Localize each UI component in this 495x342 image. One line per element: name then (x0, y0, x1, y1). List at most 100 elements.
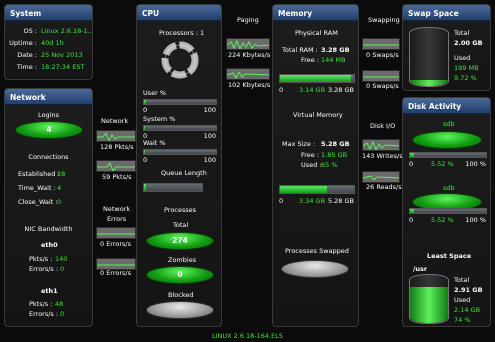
swapping-title: Swapping (368, 16, 400, 24)
date-label: Date : (17, 51, 37, 59)
processes-label: Processes (164, 206, 197, 214)
disk-activity-title: Disk Activity (403, 98, 490, 114)
disk2-right: 100 % (465, 216, 486, 224)
total-ram-label: Total RAM : (282, 46, 318, 54)
system-pct-fill (144, 126, 146, 130)
footer-os-label: LINUX 2.6.18-164.EL5 (211, 332, 284, 340)
memory-title: Memory (273, 5, 358, 21)
virt-bar-left: 0 (279, 197, 284, 205)
swap-pct-value: 9.72 % (454, 74, 477, 82)
connections-label: Connections (28, 153, 69, 161)
uptime-value: 40d 1h (41, 39, 64, 47)
time-label: Time : (16, 63, 37, 71)
phys-bar-mid: 3.14 GB (299, 86, 326, 94)
disk2-bar (409, 208, 487, 214)
processes-swapped-label: Processes Swapped (285, 247, 349, 255)
wait-scale-max: 100 (203, 156, 216, 164)
wave-icon (363, 76, 399, 78)
vfree-value: 1.85 GB (321, 151, 348, 159)
eth1-pkts-label: Pkts/s : (29, 300, 53, 308)
logins-oval: 4 (15, 121, 83, 139)
eth0-errors-label: Errors/s : (29, 265, 59, 273)
disk-io-wave-1 (362, 139, 400, 151)
network-errors-title: Network Errors (103, 205, 131, 223)
network-wave-2 (96, 160, 136, 172)
established-label: Established : (18, 170, 60, 178)
physical-ram-bar (279, 74, 355, 83)
queue-length-label: Queue Length (161, 169, 207, 177)
virt-bar-mid: 3.34 GB (299, 197, 326, 205)
phys-bar-right: 3.28 GB (327, 86, 354, 94)
network-connector-title: Network (101, 117, 129, 125)
wait-pct-fill (144, 150, 145, 154)
queue-length-fill (144, 184, 147, 191)
disk2-left: 0 (409, 216, 414, 224)
eth1-errors-value: 0 (60, 310, 65, 318)
swap-cylinder (409, 27, 449, 87)
wave-icon (97, 233, 135, 235)
user-pct-bar (143, 99, 217, 105)
cpu-ring-icon (161, 41, 199, 79)
paging-rate-2: 102 Kbytes/s (228, 81, 271, 89)
errors-rate-2: 0 Errors/s (100, 269, 132, 277)
vused-value: 65 % (321, 161, 338, 169)
eth0-pkts-label: Pkts/s : (29, 255, 53, 263)
least-space-mount: /usr (413, 265, 428, 273)
wait-pct-label: Wait % (143, 139, 166, 147)
disk-io-rate-1: 143 Writes/s (362, 152, 403, 160)
disk1-name: sdb (443, 120, 455, 128)
wave-icon (363, 175, 399, 181)
least-space-label: Least Space (427, 252, 472, 260)
free-ram-label: Free : (301, 56, 320, 64)
timewait-value: 4 (57, 184, 62, 192)
max-size-label: Max Size : (282, 140, 316, 148)
errors-rate-1: 0 Errors/s (100, 240, 132, 248)
disk2-name: sdb (443, 184, 455, 192)
least-used-value: 2.14 GB (454, 306, 481, 314)
processors-label: Processors : (159, 29, 198, 37)
closewait-label: Close_Wait : (18, 198, 58, 206)
wave-icon (363, 44, 399, 46)
disk1-bar (409, 152, 487, 158)
disk1-fill (410, 153, 415, 157)
user-scale-max: 100 (203, 106, 216, 114)
swapping-rate-1: 0 Swaps/s (366, 51, 399, 59)
system-pct-bar (143, 125, 217, 131)
swap-used-label: Used (454, 54, 471, 62)
total-processes-oval: 274 (146, 232, 214, 250)
eth1-pkts-value: 48 (55, 300, 64, 308)
processes-swapped-oval (281, 260, 349, 278)
wait-scale-min: 0 (143, 156, 148, 164)
time-value: 18:27:34 EST (41, 63, 85, 71)
swap-total-value: 2.00 GB (454, 39, 483, 47)
disk-io-rate-2: 26 Reads/s (366, 183, 402, 191)
memory-panel: Memory Physical RAM Total RAM : 3.28 GB … (272, 4, 359, 327)
queue-length-bar (143, 183, 203, 192)
swap-total-label: Total (454, 29, 470, 37)
zombies-label: Zombies (168, 256, 197, 264)
network-wave-1 (96, 130, 136, 142)
zombies-oval: 0 (146, 266, 214, 284)
network-rate-1: 128 Pkts/s (100, 143, 134, 151)
virtual-memory-label: Virtual Memory (293, 111, 343, 119)
swap-used-value: 199 MB (454, 64, 479, 72)
nic-label: NIC Bandwidth (24, 225, 73, 233)
network-rate-2: 59 Pkts/s (102, 173, 132, 181)
disk1-pct: 5.52 % (431, 160, 454, 168)
virt-bar-right: 5.28 GB (327, 197, 354, 205)
swapping-rate-2: 0 Swaps/s (366, 82, 399, 90)
max-size-value: 5.28 GB (321, 140, 350, 148)
zombies-value: 0 (177, 270, 183, 279)
disk-activity-panel: Disk Activity sdb 0 5.52 % 100 % sdb 0 5… (402, 97, 491, 327)
least-total-value: 2.91 GB (454, 286, 483, 294)
paging-wave-2 (226, 68, 270, 80)
total-processes-label: Total (173, 221, 189, 229)
disk1-right: 100 % (465, 160, 486, 168)
os-value: Linux 2.6.18-1... (41, 27, 93, 35)
physical-ram-label: Physical RAM (295, 29, 338, 37)
virtual-memory-fill (280, 186, 327, 193)
swapping-wave-2 (362, 70, 400, 82)
phys-bar-left: 0 (279, 86, 284, 94)
disk2-pct: 5.52 % (431, 216, 454, 224)
closewait-value: 0 (57, 198, 62, 206)
